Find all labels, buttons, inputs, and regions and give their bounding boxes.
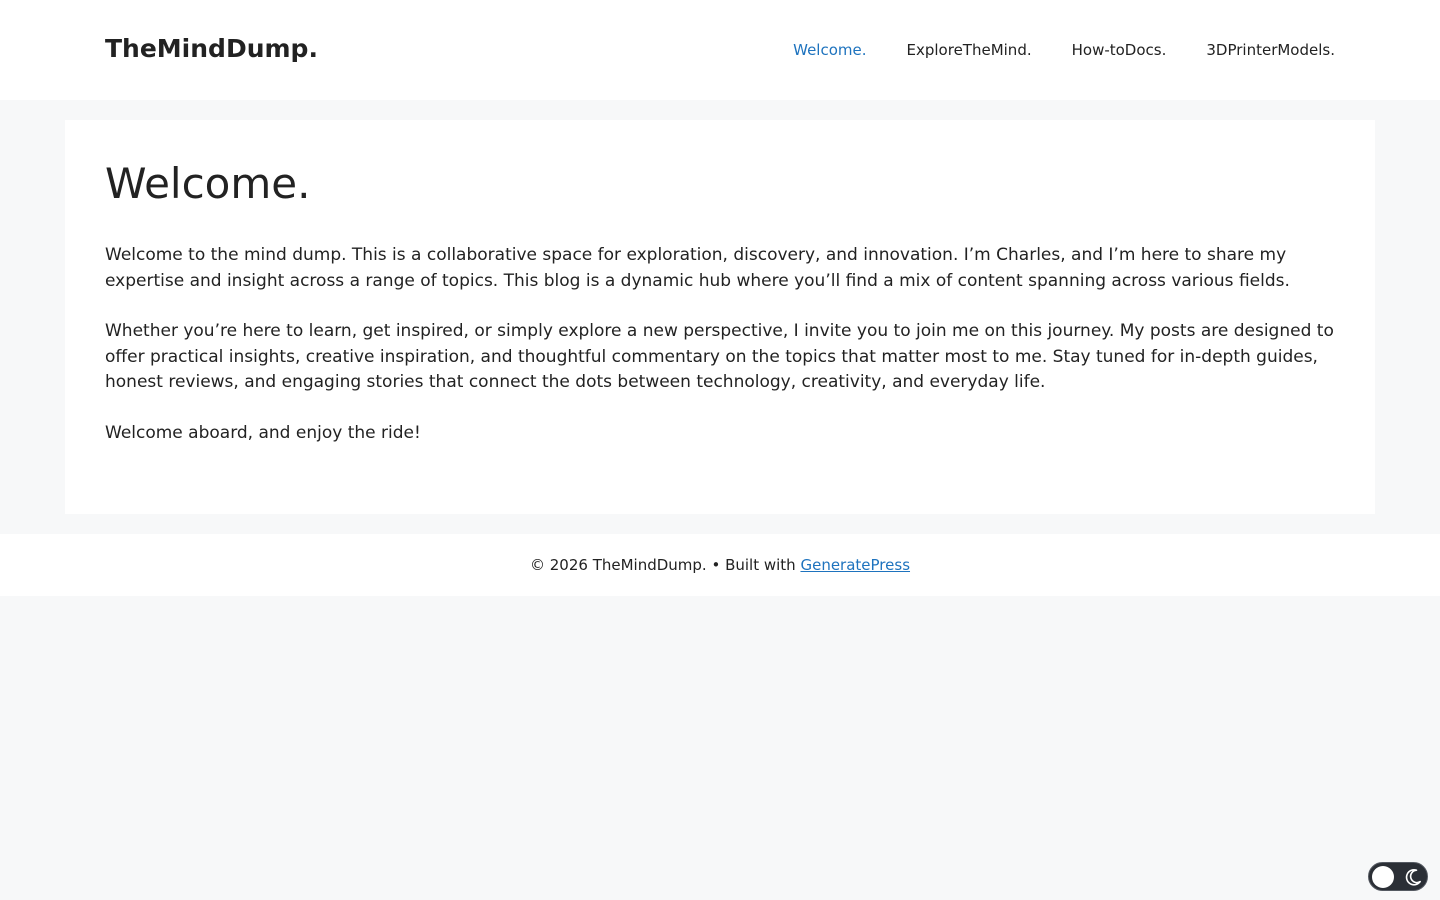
main-navigation: Welcome. ExploreTheMind. How-toDocs. 3DP… bbox=[793, 0, 1335, 100]
theme-toggle-switch[interactable] bbox=[1368, 862, 1428, 891]
footer-copyright: © 2026 TheMindDump. • Built with bbox=[529, 556, 796, 574]
site-header: TheMindDump. Welcome. ExploreTheMind. Ho… bbox=[0, 0, 1440, 100]
paragraph-closing: Welcome aboard, and enjoy the ride! bbox=[105, 422, 421, 443]
nav-item-how-to-docs[interactable]: How-toDocs. bbox=[1072, 40, 1167, 60]
nav-item-explore-the-mind[interactable]: ExploreTheMind. bbox=[907, 40, 1032, 60]
generatepress-link[interactable]: GeneratePress bbox=[800, 556, 910, 574]
toggle-knob bbox=[1372, 866, 1394, 888]
site-title-link[interactable]: TheMindDump. bbox=[105, 33, 318, 65]
page-title: Welcome. bbox=[105, 159, 311, 208]
nav-item-3d-printer-models[interactable]: 3DPrinterModels. bbox=[1206, 40, 1335, 60]
entry-content: Welcome to the mind dump. This is a coll… bbox=[105, 243, 1345, 472]
site-footer: © 2026 TheMindDump. • Built with Generat… bbox=[0, 534, 1440, 596]
paragraph-intro: Welcome to the mind dump. This is a coll… bbox=[105, 245, 1290, 291]
nav-item-welcome[interactable]: Welcome. bbox=[793, 40, 866, 60]
paragraph-invitation: Whether you’re here to learn, get inspir… bbox=[105, 321, 1334, 393]
content-card: Welcome. Welcome to the mind dump. This … bbox=[65, 120, 1375, 514]
moon-icon bbox=[1405, 869, 1421, 886]
